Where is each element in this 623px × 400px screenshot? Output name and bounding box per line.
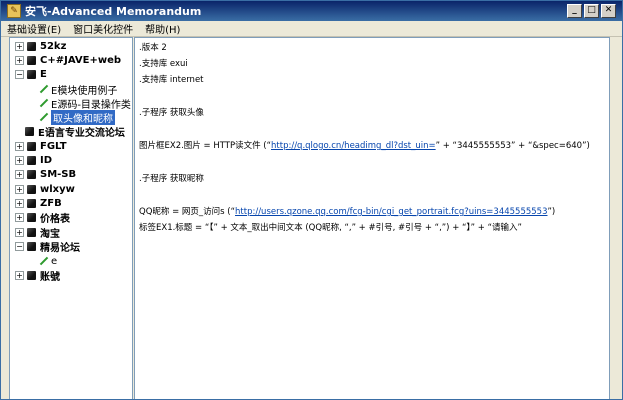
tree-node-label: wlxyw <box>40 183 75 195</box>
folder-cube-icon <box>25 126 34 136</box>
code-text: ”) <box>547 207 556 217</box>
folder-cube-icon <box>27 41 36 51</box>
tree-node-elang[interactable]: E语言专业交流论坛 <box>25 124 125 139</box>
collapse-icon[interactable]: − <box>15 69 24 79</box>
code-line: .支持库 exui <box>139 59 188 69</box>
code-line: .版本 2 <box>139 43 167 53</box>
tree-node-smsb[interactable]: + SM-SB <box>15 167 76 181</box>
tree-node-wlxyw[interactable]: + wlxyw <box>15 182 75 196</box>
code-text: QQ昵称 = 网页_访问s (“ <box>139 207 236 217</box>
expand-icon[interactable]: + <box>15 198 24 208</box>
collapse-icon[interactable]: − <box>15 241 24 251</box>
tree-node-label: 淘宝 <box>40 228 60 240</box>
tree-pane: + 52kz + C+#JAVE+web − E E模块使用例子 E源码-目录操… <box>9 37 133 399</box>
tree-node-taobao[interactable]: + 淘宝 <box>15 225 60 240</box>
tree-node-price[interactable]: + 价格表 <box>15 210 70 225</box>
folder-cube-icon <box>27 184 36 194</box>
close-button[interactable]: ✕ <box>601 4 616 18</box>
document-pen-icon <box>38 84 48 94</box>
tree-node-label: E语言专业交流论坛 <box>38 127 125 139</box>
menu-bar: 基础设置(E) 窗口美化控件 帮助(H) <box>1 21 622 37</box>
menu-help[interactable]: 帮助(H) <box>139 21 186 36</box>
tree-node-label: C+#JAVE+web <box>40 54 122 66</box>
tree-node-id[interactable]: + ID <box>15 153 52 167</box>
tree-node-label: E源码-目录操作类 <box>51 99 131 111</box>
expand-icon[interactable]: + <box>15 155 24 165</box>
app-icon: ✎ <box>7 4 21 18</box>
expand-icon[interactable]: + <box>15 169 24 179</box>
document-pen-icon <box>38 98 48 108</box>
tree-node-e[interactable]: − E <box>15 67 47 81</box>
code-line: QQ昵称 = 网页_访问s (“http://users.qzone.qq.co… <box>139 205 555 217</box>
app-window: ✎ 安飞-Advanced Memorandum _ □ ✕ 基础设置(E) 窗… <box>0 0 623 400</box>
code-url-link[interactable]: http://users.qzone.qq.com/fcg-bin/cgi_ge… <box>235 207 547 217</box>
tree-node-label: e <box>51 255 58 267</box>
menu-basic-settings[interactable]: 基础设置(E) <box>1 21 67 36</box>
tree-node-cjava[interactable]: + C+#JAVE+web <box>15 53 121 67</box>
minimize-button[interactable]: _ <box>567 4 582 18</box>
tree-node-e-child-1[interactable]: E模块使用例子 <box>38 82 118 97</box>
tree-node-label: 账號 <box>40 271 60 283</box>
code-text: ” + “3445555553” + “&spec=640”) <box>435 141 590 151</box>
expand-icon[interactable]: + <box>15 41 24 51</box>
tree-node-jingyi[interactable]: − 精易论坛 <box>15 239 80 254</box>
expand-icon[interactable]: + <box>15 141 24 151</box>
menu-window-skin[interactable]: 窗口美化控件 <box>67 21 139 36</box>
folder-cube-icon <box>27 69 36 79</box>
tree-node-label: 价格表 <box>40 213 70 225</box>
code-line: .支持库 internet <box>139 75 204 85</box>
expand-icon[interactable]: + <box>15 184 24 194</box>
folder-cube-icon <box>27 169 36 179</box>
document-pen-icon <box>38 256 48 266</box>
tree-node-label: E <box>40 68 47 80</box>
code-line: 标签EX1.标题 = “【” + 文本_取出中间文本 (QQ昵称, “,” + … <box>139 223 522 233</box>
tree-node-zfb[interactable]: + ZFB <box>15 196 62 210</box>
tree-node-label: FGLT <box>40 140 67 152</box>
expand-icon[interactable]: + <box>15 55 24 65</box>
tree-node-label: 精易论坛 <box>40 242 80 254</box>
code-text: 图片框EX2.图片 = HTTP读文件 (“ <box>139 141 272 151</box>
code-line: .子程序 获取头像 <box>139 108 204 118</box>
expand-icon[interactable]: + <box>15 212 24 222</box>
folder-cube-icon <box>27 270 36 280</box>
tree-node-52kz[interactable]: + 52kz <box>15 39 66 53</box>
code-line: .子程序 获取昵称 <box>139 174 204 184</box>
folder-cube-icon <box>27 55 36 65</box>
tree-node-label: ZFB <box>40 197 62 209</box>
window-title: 安飞-Advanced Memorandum <box>25 5 202 18</box>
folder-cube-icon <box>27 141 36 151</box>
tree-node-label: 52kz <box>40 40 67 52</box>
code-editor[interactable]: .版本 2 .支持库 exui .支持库 internet .子程序 获取头像 … <box>134 37 610 399</box>
folder-cube-icon <box>27 241 36 251</box>
tree-node-label: ID <box>40 154 53 166</box>
folder-cube-icon <box>27 227 36 237</box>
document-pen-icon <box>38 112 48 122</box>
tree-node-jingyi-child[interactable]: e <box>38 254 57 268</box>
tree-node-e-child-3[interactable]: 取头像和昵称 <box>38 109 115 125</box>
tree-node-label-selected: 取头像和昵称 <box>51 109 115 125</box>
title-bar[interactable]: ✎ 安飞-Advanced Memorandum _ □ ✕ <box>1 1 622 21</box>
expand-icon[interactable]: + <box>15 227 24 237</box>
tree-node-ledger[interactable]: + 账號 <box>15 268 60 283</box>
folder-cube-icon <box>27 198 36 208</box>
expand-icon[interactable]: + <box>15 270 24 280</box>
code-line: 图片框EX2.图片 = HTTP读文件 (“http://q.qlogo.cn/… <box>139 139 590 151</box>
folder-cube-icon <box>27 212 36 222</box>
right-edge-strip <box>610 37 622 399</box>
code-url-link[interactable]: http://q.qlogo.cn/headimg_dl?dst_uin= <box>271 141 436 151</box>
maximize-button[interactable]: □ <box>584 4 599 18</box>
tree-node-fglt[interactable]: + FGLT <box>15 139 67 153</box>
tree-node-e-child-2[interactable]: E源码-目录操作类 <box>38 96 131 111</box>
folder-cube-icon <box>27 155 36 165</box>
tree-node-label: E模块使用例子 <box>51 85 118 97</box>
tree-node-label: SM-SB <box>40 168 77 180</box>
